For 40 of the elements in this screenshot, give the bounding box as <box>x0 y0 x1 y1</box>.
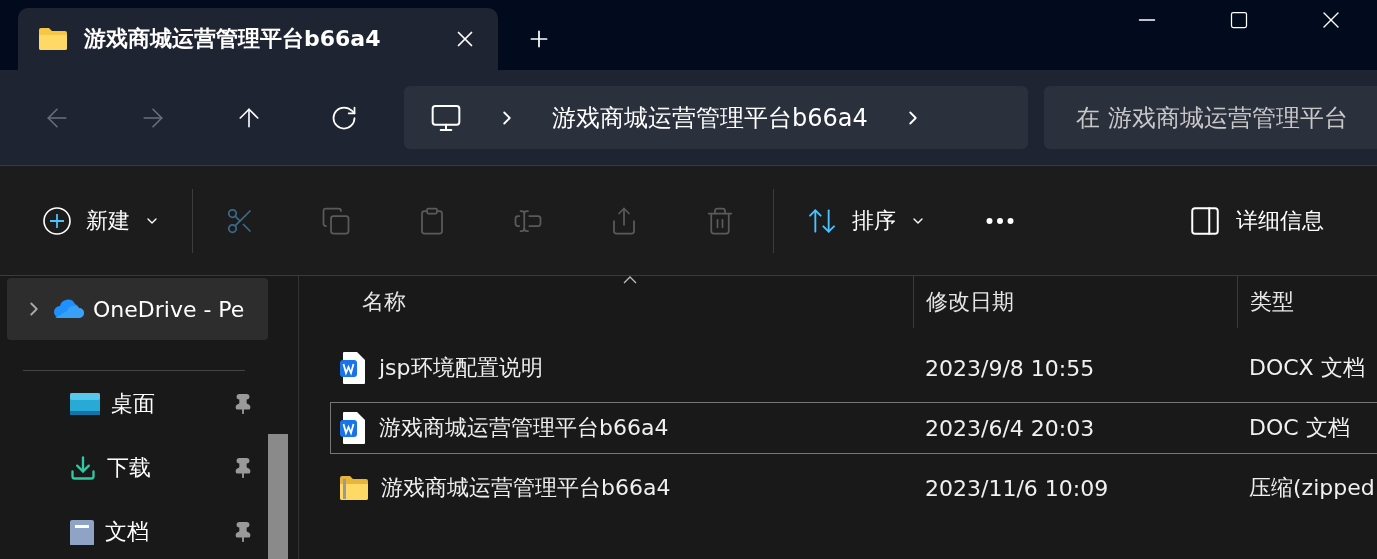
sidebar-item[interactable]: 文档 <box>7 501 260 559</box>
file-type: DOCX 文档 <box>1249 354 1365 382</box>
tab-title: 游戏商城运营管理平台b66a4 <box>84 25 382 53</box>
copy-icon <box>321 205 351 236</box>
file-name: 游戏商城运营管理平台b66a4 <box>379 414 669 442</box>
modified-date: 2023/6/4 20:03 <box>925 415 1095 441</box>
sidebar-item[interactable]: OneDrive - Pe <box>7 278 268 340</box>
column-header[interactable]: 名称 <box>330 276 913 328</box>
maximize-icon[interactable] <box>1229 10 1249 30</box>
documents-icon <box>69 519 95 545</box>
file-name: 游戏商城运营管理平台b66a4 <box>381 474 671 502</box>
folder-icon <box>38 27 68 51</box>
search-field[interactable]: 在 游戏商城运营管理平台 <box>1074 102 1377 133</box>
trash-icon <box>705 205 735 236</box>
breadcrumb-item[interactable]: 游戏商城运营管理平台b66a4 <box>552 101 868 134</box>
sidebar-item[interactable]: 桌面 <box>7 373 260 435</box>
download-icon <box>69 454 97 482</box>
file-row[interactable]: 游戏商城运营管理平台b66a4 2023/6/4 20:03 DOC 文档 <box>330 402 1377 454</box>
file-row[interactable]: 游戏商城运营管理平台b66a4 2023/11/6 10:09 压缩(zipped <box>330 458 1377 518</box>
sort-button[interactable]: 排序 <box>806 198 926 243</box>
column-header[interactable]: 类型 <box>1237 276 1377 328</box>
document-icon <box>339 351 367 385</box>
file-name: jsp环境配置说明 <box>379 354 543 382</box>
details-button[interactable]: 详细信息 <box>1188 197 1324 244</box>
desktop-icon <box>69 392 101 416</box>
modified-date: 2023/11/6 10:09 <box>925 475 1109 501</box>
address-bar[interactable]: 游戏商城运营管理平台b66a4 <box>404 86 1028 149</box>
file-type: DOC 文档 <box>1249 414 1350 442</box>
plus-circle-icon <box>42 205 72 236</box>
column-header[interactable]: 修改日期 <box>913 276 1237 328</box>
file-type: 压缩(zipped <box>1249 474 1375 502</box>
file-row[interactable]: jsp环境配置说明 2023/9/8 10:55 DOCX 文档 <box>330 338 1377 398</box>
search-box[interactable]: 在 游戏商城运营管理平台 <box>1044 86 1377 149</box>
modified-date: 2023/9/8 10:55 <box>925 355 1095 381</box>
document-icon <box>339 411 367 445</box>
tab[interactable]: 游戏商城运营管理平台b66a4 <box>18 8 498 70</box>
sidebar-item[interactable]: 下载 <box>7 437 260 499</box>
cloud-icon <box>53 299 85 319</box>
new-button[interactable]: 新建 <box>42 199 160 242</box>
zip-folder-icon <box>339 475 369 501</box>
